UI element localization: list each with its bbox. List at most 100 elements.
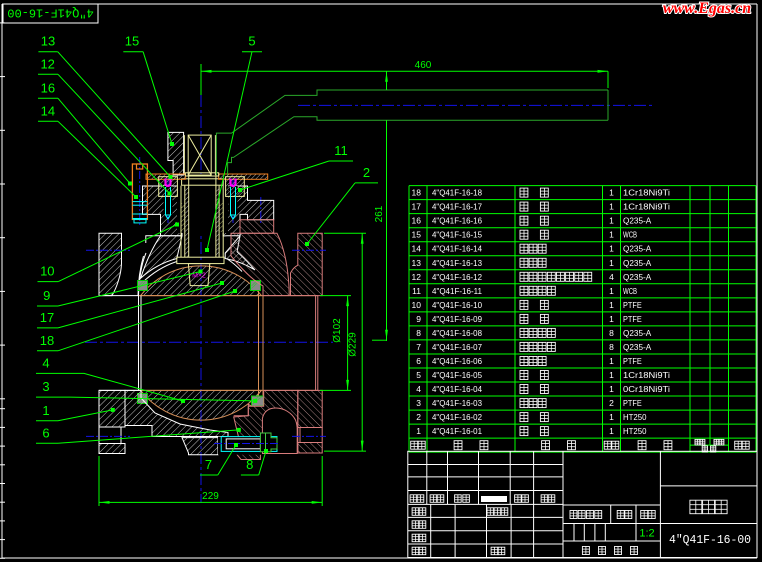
svg-text:17: 17 bbox=[412, 202, 422, 212]
svg-text:8: 8 bbox=[609, 342, 614, 352]
svg-text:4"Q41F-16-10: 4"Q41F-16-10 bbox=[432, 300, 482, 310]
svg-text:7: 7 bbox=[416, 342, 421, 352]
svg-text:3: 3 bbox=[42, 379, 49, 394]
svg-text:3: 3 bbox=[416, 398, 421, 408]
svg-text:18: 18 bbox=[412, 188, 422, 198]
svg-text:2: 2 bbox=[416, 412, 421, 422]
svg-text:4"Q41F-16-18: 4"Q41F-16-18 bbox=[432, 188, 482, 198]
svg-text:1Cr18Ni9Ti: 1Cr18Ni9Ti bbox=[623, 370, 670, 380]
svg-text:1: 1 bbox=[609, 286, 614, 296]
svg-text:4"Q41F-16-04: 4"Q41F-16-04 bbox=[432, 384, 482, 394]
svg-text:5: 5 bbox=[416, 370, 421, 380]
svg-text:15: 15 bbox=[412, 230, 422, 240]
svg-text:4"Q41F-16-00: 4"Q41F-16-00 bbox=[669, 533, 751, 547]
svg-text:5: 5 bbox=[248, 34, 255, 49]
svg-text:10: 10 bbox=[412, 300, 422, 310]
svg-text:1: 1 bbox=[609, 370, 614, 380]
svg-text:Q235-A: Q235-A bbox=[623, 328, 652, 338]
svg-text:Q235-A: Q235-A bbox=[623, 342, 652, 352]
svg-text:4"Q41F-16-12: 4"Q41F-16-12 bbox=[432, 272, 482, 282]
svg-text:12: 12 bbox=[40, 56, 54, 71]
svg-text:1: 1 bbox=[609, 230, 614, 240]
svg-text:1:2: 1:2 bbox=[639, 528, 654, 540]
svg-text:WCB: WCB bbox=[623, 286, 637, 296]
svg-text:14: 14 bbox=[41, 103, 55, 118]
svg-text:4: 4 bbox=[42, 356, 49, 371]
svg-text:460: 460 bbox=[415, 60, 432, 71]
svg-text:4"Q41F-16-16: 4"Q41F-16-16 bbox=[432, 216, 482, 226]
svg-text:1: 1 bbox=[416, 426, 421, 436]
svg-text:1: 1 bbox=[42, 403, 49, 418]
svg-text:WCB: WCB bbox=[623, 230, 637, 240]
svg-text:4"Q41F-16-05: 4"Q41F-16-05 bbox=[432, 370, 482, 380]
svg-text:Q235-A: Q235-A bbox=[623, 244, 652, 254]
svg-text:Q235-A: Q235-A bbox=[623, 216, 652, 226]
svg-text:1: 1 bbox=[609, 356, 614, 366]
svg-text:4"Q41F-16-11: 4"Q41F-16-11 bbox=[432, 286, 482, 296]
svg-text:1: 1 bbox=[609, 426, 614, 436]
svg-text:1: 1 bbox=[609, 188, 614, 198]
svg-text:Ø102: Ø102 bbox=[332, 318, 343, 343]
svg-text:4"Q41F-16-07: 4"Q41F-16-07 bbox=[432, 342, 482, 352]
svg-text:Q235-A: Q235-A bbox=[623, 258, 652, 268]
svg-text:17: 17 bbox=[40, 310, 54, 325]
svg-text:11: 11 bbox=[334, 143, 348, 158]
svg-text:7: 7 bbox=[205, 457, 212, 472]
svg-text:229: 229 bbox=[202, 491, 219, 502]
svg-text:1: 1 bbox=[609, 412, 614, 422]
svg-text:1Cr18Ni9Ti: 1Cr18Ni9Ti bbox=[623, 188, 670, 198]
svg-text:2: 2 bbox=[363, 165, 370, 180]
svg-text:1: 1 bbox=[609, 244, 614, 254]
svg-text:0Cr18Ni9Ti: 0Cr18Ni9Ti bbox=[623, 384, 670, 394]
svg-text:13: 13 bbox=[412, 258, 422, 268]
svg-text:6: 6 bbox=[42, 426, 49, 441]
svg-text:14: 14 bbox=[412, 244, 422, 254]
svg-text:Ø229: Ø229 bbox=[348, 332, 359, 357]
svg-text:4"Q41F-16-14: 4"Q41F-16-14 bbox=[432, 244, 482, 254]
svg-text:1: 1 bbox=[609, 384, 614, 394]
svg-text:1: 1 bbox=[609, 300, 614, 310]
svg-text:15: 15 bbox=[125, 34, 139, 49]
svg-text:2: 2 bbox=[609, 398, 614, 408]
svg-text:8: 8 bbox=[246, 457, 253, 472]
svg-text:1: 1 bbox=[609, 258, 614, 268]
svg-text:8: 8 bbox=[609, 328, 614, 338]
svg-text:10: 10 bbox=[40, 264, 54, 279]
svg-text:PTFE: PTFE bbox=[623, 314, 642, 324]
svg-text:6: 6 bbox=[416, 356, 421, 366]
svg-text:4"Q41F-16-01: 4"Q41F-16-01 bbox=[432, 426, 482, 436]
svg-text:PTFE: PTFE bbox=[623, 398, 642, 408]
svg-text:4"Q41F-16-03: 4"Q41F-16-03 bbox=[432, 398, 482, 408]
svg-text:12: 12 bbox=[412, 272, 422, 282]
svg-text:4"Q41F-16-06: 4"Q41F-16-06 bbox=[432, 356, 482, 366]
svg-text:www.Egas.cn: www.Egas.cn bbox=[663, 0, 751, 17]
svg-text:261: 261 bbox=[374, 205, 385, 222]
svg-text:16: 16 bbox=[412, 216, 422, 226]
svg-text:4: 4 bbox=[609, 272, 614, 282]
svg-text:HT250: HT250 bbox=[623, 426, 647, 436]
svg-text:4"Q41F-16-15: 4"Q41F-16-15 bbox=[432, 230, 482, 240]
svg-text:PTFE: PTFE bbox=[623, 300, 642, 310]
svg-text:HT250: HT250 bbox=[623, 412, 647, 422]
svg-text:16: 16 bbox=[41, 80, 55, 95]
svg-text:13: 13 bbox=[41, 34, 55, 49]
svg-text:1: 1 bbox=[609, 314, 614, 324]
svg-text:4"Q41F-16-08: 4"Q41F-16-08 bbox=[432, 328, 482, 338]
svg-text:4"Q41F-16-09: 4"Q41F-16-09 bbox=[432, 314, 482, 324]
svg-text:4: 4 bbox=[416, 384, 421, 394]
svg-text:M×2: M×2 bbox=[192, 273, 206, 280]
svg-text:8: 8 bbox=[416, 328, 421, 338]
svg-text:4"Q41F-16-02: 4"Q41F-16-02 bbox=[432, 412, 482, 422]
svg-text:18: 18 bbox=[40, 333, 54, 348]
svg-text:PTFE: PTFE bbox=[623, 356, 642, 366]
svg-text:4"Q41F-16-17: 4"Q41F-16-17 bbox=[432, 202, 482, 212]
svg-text:4"Q41F-16-00: 4"Q41F-16-00 bbox=[7, 6, 93, 20]
svg-text:Q235-A: Q235-A bbox=[623, 272, 652, 282]
svg-text:11: 11 bbox=[412, 286, 421, 296]
svg-text:1Cr18Ni9Ti: 1Cr18Ni9Ti bbox=[623, 202, 670, 212]
svg-text:9: 9 bbox=[416, 314, 421, 324]
svg-text:1: 1 bbox=[609, 216, 614, 226]
svg-text:1: 1 bbox=[609, 202, 614, 212]
svg-text:9: 9 bbox=[43, 288, 50, 303]
svg-text:4"Q41F-16-13: 4"Q41F-16-13 bbox=[432, 258, 482, 268]
